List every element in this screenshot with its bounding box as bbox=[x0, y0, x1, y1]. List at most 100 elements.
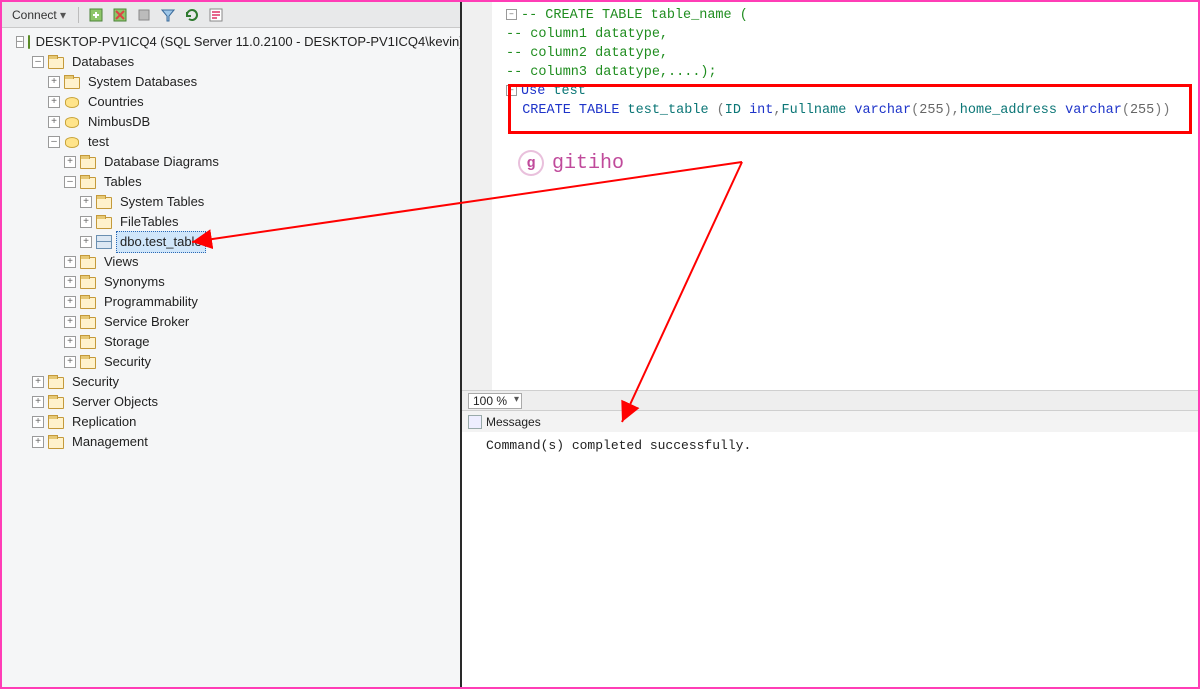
tree-security-inner-node[interactable]: + Security bbox=[4, 352, 458, 372]
tree-security-node[interactable]: + Security bbox=[4, 372, 458, 392]
messages-tab[interactable]: Messages bbox=[462, 410, 1198, 432]
tree-label[interactable]: Database Diagrams bbox=[100, 152, 223, 172]
database-icon bbox=[64, 135, 80, 149]
tree-dbo-test-table-node[interactable]: + dbo.test_table bbox=[4, 232, 458, 252]
code-col: ID bbox=[725, 103, 749, 118]
tree-views-node[interactable]: + Views bbox=[4, 252, 458, 272]
zoom-level-dropdown[interactable]: 100 % bbox=[468, 393, 522, 409]
tree-database-diagrams-node[interactable]: + Database Diagrams bbox=[4, 152, 458, 172]
messages-icon bbox=[468, 415, 482, 429]
sql-editor[interactable]: –-- CREATE TABLE table_name ( -- column1… bbox=[462, 2, 1198, 390]
filter-icon[interactable] bbox=[159, 6, 177, 24]
expand-toggle[interactable]: + bbox=[64, 156, 76, 168]
expand-toggle[interactable]: + bbox=[32, 396, 44, 408]
code-comma: , bbox=[952, 103, 960, 118]
tree-synonyms-node[interactable]: + Synonyms bbox=[4, 272, 458, 292]
connect-object-explorer-icon[interactable] bbox=[87, 6, 105, 24]
query-pane: –-- CREATE TABLE table_name ( -- column1… bbox=[462, 2, 1198, 687]
tree-label[interactable]: FileTables bbox=[116, 212, 183, 232]
folder-icon bbox=[48, 415, 64, 429]
code-line: -- column1 datatype, bbox=[506, 27, 668, 42]
tree-countries-node[interactable]: + Countries bbox=[4, 92, 458, 112]
tree-server-objects-node[interactable]: + Server Objects bbox=[4, 392, 458, 412]
tree-label[interactable]: Security bbox=[68, 372, 123, 392]
disconnect-icon[interactable] bbox=[111, 6, 129, 24]
region-collapse-icon[interactable]: – bbox=[506, 85, 517, 96]
expand-toggle[interactable]: + bbox=[32, 416, 44, 428]
expand-toggle[interactable]: + bbox=[80, 196, 92, 208]
tree-label[interactable]: System Tables bbox=[116, 192, 208, 212]
zoom-bar: 100 % bbox=[462, 390, 1198, 410]
stop-icon[interactable] bbox=[135, 6, 153, 24]
expand-toggle[interactable]: + bbox=[32, 436, 44, 448]
table-icon bbox=[96, 235, 112, 249]
expand-toggle[interactable]: + bbox=[64, 356, 76, 368]
script-icon[interactable] bbox=[207, 6, 225, 24]
expand-toggle[interactable]: + bbox=[64, 256, 76, 268]
folder-icon bbox=[80, 155, 96, 169]
expand-toggle[interactable]: + bbox=[80, 216, 92, 228]
connect-button[interactable]: Connect bbox=[8, 7, 70, 23]
tree-label[interactable]: Replication bbox=[68, 412, 140, 432]
expand-toggle[interactable]: + bbox=[48, 96, 60, 108]
tree-server-node[interactable]: –DESKTOP-PV1ICQ4 (SQL Server 11.0.2100 -… bbox=[4, 32, 458, 52]
folder-icon bbox=[48, 435, 64, 449]
tree-replication-node[interactable]: + Replication bbox=[4, 412, 458, 432]
tree-databases-node[interactable]: – Databases bbox=[4, 52, 458, 72]
code-num: 255 bbox=[919, 103, 943, 118]
folder-icon bbox=[80, 355, 96, 369]
expand-toggle[interactable]: – bbox=[48, 136, 60, 148]
tree-label[interactable]: Tables bbox=[100, 172, 146, 192]
tree-label[interactable]: Security bbox=[100, 352, 155, 372]
tree-label[interactable]: Programmability bbox=[100, 292, 202, 312]
tree-label[interactable]: Service Broker bbox=[100, 312, 193, 332]
expand-toggle[interactable]: + bbox=[64, 296, 76, 308]
expand-toggle[interactable]: + bbox=[64, 336, 76, 348]
tree-label[interactable]: dbo.test_table bbox=[116, 231, 206, 253]
code-paren: ) bbox=[1162, 103, 1170, 118]
tree-storage-node[interactable]: + Storage bbox=[4, 332, 458, 352]
tree-test-node[interactable]: – test bbox=[4, 132, 458, 152]
tree-label[interactable]: Databases bbox=[68, 52, 138, 72]
tree-tables-node[interactable]: – Tables bbox=[4, 172, 458, 192]
tree-label[interactable]: Storage bbox=[100, 332, 154, 352]
folder-icon bbox=[80, 295, 96, 309]
code-create-kw: CREATE TABLE bbox=[522, 103, 627, 118]
code-num: 255 bbox=[1130, 103, 1154, 118]
tree-filetables-node[interactable]: + FileTables bbox=[4, 212, 458, 232]
tree-programmability-node[interactable]: + Programmability bbox=[4, 292, 458, 312]
expand-toggle[interactable]: – bbox=[64, 176, 76, 188]
tree-service-broker-node[interactable]: + Service Broker bbox=[4, 312, 458, 332]
expand-toggle[interactable]: + bbox=[48, 116, 60, 128]
tree-label[interactable]: Synonyms bbox=[100, 272, 169, 292]
region-collapse-icon[interactable]: – bbox=[506, 9, 517, 20]
folder-icon bbox=[48, 395, 64, 409]
expand-toggle[interactable]: + bbox=[32, 376, 44, 388]
tree-label[interactable]: Management bbox=[68, 432, 152, 452]
expand-toggle[interactable]: + bbox=[48, 76, 60, 88]
expand-toggle[interactable]: + bbox=[64, 276, 76, 288]
tree-label[interactable]: test bbox=[84, 132, 113, 152]
expand-toggle[interactable]: + bbox=[80, 236, 92, 248]
object-explorer-toolbar: Connect bbox=[2, 2, 460, 28]
tree-label[interactable]: Server Objects bbox=[68, 392, 162, 412]
code-col: Fullname bbox=[782, 103, 855, 118]
tree-system-tables-node[interactable]: + System Tables bbox=[4, 192, 458, 212]
tree-nimbusdb-node[interactable]: + NimbusDB bbox=[4, 112, 458, 132]
tree-label[interactable]: Views bbox=[100, 252, 142, 272]
code-region: –-- CREATE TABLE table_name ( -- column1… bbox=[506, 6, 1178, 120]
expand-toggle[interactable]: – bbox=[32, 56, 44, 68]
gitiho-badge-icon: g bbox=[518, 150, 544, 176]
tree-management-node[interactable]: + Management bbox=[4, 432, 458, 452]
folder-icon bbox=[48, 55, 64, 69]
tree-label[interactable]: Countries bbox=[84, 92, 148, 112]
tree-label[interactable]: DESKTOP-PV1ICQ4 (SQL Server 11.0.2100 - … bbox=[32, 32, 460, 52]
expand-toggle[interactable]: + bbox=[64, 316, 76, 328]
code-line: -- column2 datatype, bbox=[506, 46, 668, 61]
tree-system-databases-node[interactable]: + System Databases bbox=[4, 72, 458, 92]
tree-label[interactable]: NimbusDB bbox=[84, 112, 154, 132]
tree-label[interactable]: System Databases bbox=[84, 72, 201, 92]
object-explorer-tree[interactable]: –DESKTOP-PV1ICQ4 (SQL Server 11.0.2100 -… bbox=[2, 28, 460, 687]
refresh-icon[interactable] bbox=[183, 6, 201, 24]
expand-toggle[interactable]: – bbox=[16, 36, 24, 48]
